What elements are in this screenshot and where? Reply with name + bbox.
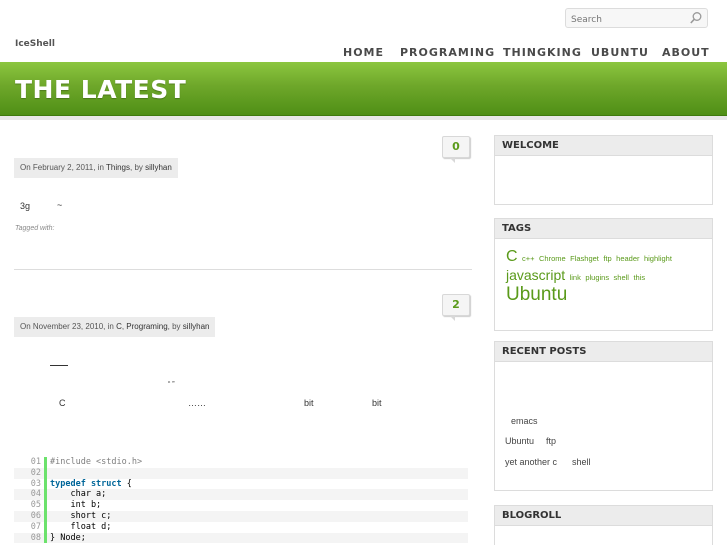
code-gutter <box>44 510 47 522</box>
line-number: 06 <box>30 510 41 521</box>
code-text: char a; <box>50 489 107 500</box>
code-line: 07 float d; <box>14 521 468 533</box>
tagged-with-label: Tagged with: <box>15 225 55 232</box>
line-number: 05 <box>30 500 41 511</box>
tag-link[interactable]: link <box>570 273 581 282</box>
code-gutter <box>44 489 47 501</box>
post-text: …… <box>188 398 206 408</box>
line-number: 01 <box>30 457 41 467</box>
code-gutter <box>44 532 47 544</box>
line-number: 03 <box>30 478 41 489</box>
code-gutter <box>44 478 47 490</box>
nav-programing[interactable]: PROGRAMING <box>400 46 495 59</box>
code-gutter <box>44 521 47 533</box>
category-link[interactable]: Programing <box>126 322 167 331</box>
author-link[interactable]: sillyhan <box>183 322 210 331</box>
comment-count-badge[interactable]: 2 <box>442 294 470 321</box>
text-underline <box>50 365 68 366</box>
line-number: 04 <box>30 489 41 500</box>
nav-home[interactable]: HOME <box>343 46 384 59</box>
post-text: bit <box>304 398 314 408</box>
blogroll-title: BLOGROLL <box>495 506 712 526</box>
search-box[interactable] <box>565 8 708 29</box>
tag-link[interactable]: highlight <box>644 254 672 263</box>
post-text: “ ” <box>168 381 175 388</box>
code-keyword: typedef struct <box>50 478 122 489</box>
tag-link[interactable]: javascript <box>506 267 565 283</box>
blogroll-widget: BLOGROLL <box>494 505 713 545</box>
post-divider <box>14 269 472 270</box>
recent-post-link[interactable]: shell <box>572 457 591 467</box>
line-number: 02 <box>30 467 41 478</box>
code-text: int b; <box>50 500 102 511</box>
code-line: 04 char a; <box>14 489 468 501</box>
meta-by: , by <box>167 322 183 331</box>
code-line: 06 short c; <box>14 510 468 522</box>
post-meta: On November 23, 2010, in C, Programing, … <box>14 317 216 337</box>
meta-by: , by <box>130 163 146 172</box>
tag-link[interactable]: Ubuntu <box>506 284 567 305</box>
tag-link[interactable]: C <box>506 248 518 265</box>
main-nav: HOME PROGRAMING THINGKING UBUNTU ABOUT <box>0 46 727 62</box>
post-text: 3g <box>20 201 31 211</box>
welcome-title: WELCOME <box>495 136 712 156</box>
tag-link[interactable]: plugins <box>585 273 609 282</box>
post-text: C <box>59 398 66 408</box>
tag-link[interactable]: shell <box>614 273 629 282</box>
code-block: 01 #include <stdio.h> 02 03 typedef struct… <box>14 457 468 544</box>
tag-link[interactable]: ftp <box>603 254 611 263</box>
line-number: 08 <box>30 532 41 543</box>
post-date: On February 2, 2011, in <box>20 163 106 172</box>
code-gutter <box>44 467 47 479</box>
post-meta: On February 2, 2011, in Things, by silly… <box>14 158 178 178</box>
post-text: ~ <box>57 200 63 210</box>
search-input[interactable] <box>566 11 684 29</box>
tag-link[interactable]: c++ <box>522 254 535 263</box>
recent-post-link[interactable]: yet another c <box>505 457 557 467</box>
post-text: bit <box>372 398 382 408</box>
code-line: 08 } Node; <box>14 532 468 544</box>
code-text: short c; <box>50 510 112 521</box>
tag-cloud: C c++ Chrome Flashget ftp header highlig… <box>506 248 706 304</box>
code-line: 01 #include <stdio.h> <box>14 457 468 468</box>
code-gutter <box>44 457 47 468</box>
recent-posts-title: RECENT POSTS <box>495 342 712 362</box>
tag-link[interactable]: Chrome <box>539 254 566 263</box>
post-date: On November 23, 2010, in <box>20 322 117 331</box>
code-text: } Node; <box>50 532 86 543</box>
code-text: typedef struct { <box>50 479 132 490</box>
welcome-widget: WELCOME <box>494 135 713 205</box>
tag-link[interactable]: this <box>633 273 645 282</box>
code-text: #include <stdio.h> <box>50 457 143 467</box>
page-title: THE LATEST <box>15 75 187 104</box>
banner-shadow <box>0 116 727 120</box>
tags-title: TAGS <box>495 219 712 239</box>
recent-post-link[interactable]: Ubuntu <box>505 436 534 446</box>
recent-post-link[interactable]: ftp <box>546 436 556 446</box>
code-text: float d; <box>50 521 112 532</box>
category-link[interactable]: Things <box>106 163 130 172</box>
code-rest: { <box>121 478 132 489</box>
tags-widget: TAGS C c++ Chrome Flashget ftp header hi… <box>494 218 713 331</box>
recent-post-link[interactable]: emacs <box>511 416 538 426</box>
page-banner: THE LATEST <box>0 62 727 116</box>
code-line: 02 <box>14 467 468 479</box>
nav-about[interactable]: ABOUT <box>662 46 710 59</box>
nav-thingking[interactable]: THINGKING <box>503 46 582 59</box>
tag-link[interactable]: header <box>616 254 639 263</box>
nav-ubuntu[interactable]: UBUNTU <box>591 46 649 59</box>
code-line: 03 typedef struct { <box>14 478 468 490</box>
recent-posts-widget: RECENT POSTS emacs Ubuntu ftp yet anothe… <box>494 341 713 491</box>
line-number: 07 <box>30 521 41 532</box>
code-gutter <box>44 500 47 511</box>
author-link[interactable]: sillyhan <box>145 163 172 172</box>
code-line: 05 int b; <box>14 500 468 511</box>
comment-count-badge[interactable]: 0 <box>442 136 470 163</box>
tag-link[interactable]: Flashget <box>570 254 599 263</box>
search-icon[interactable] <box>689 11 703 25</box>
